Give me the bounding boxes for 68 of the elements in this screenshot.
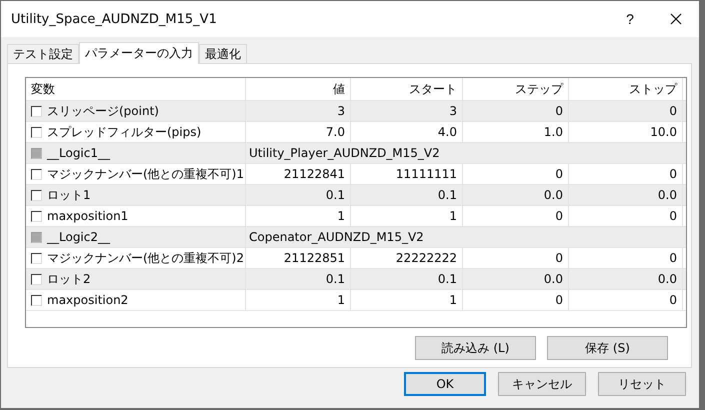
table-cell: 21122851 [246,248,351,268]
table-cell: 0.0 [569,185,683,205]
table-cell: 11111111 [351,164,463,184]
table-cell: 0.0 [463,185,569,205]
group-name: __Logic1__ [47,146,110,160]
checkbox[interactable] [31,168,42,180]
checkbox[interactable] [31,106,42,116]
checkbox[interactable] [31,252,42,264]
table-cell: 7.0 [246,122,351,142]
tab[interactable]: テスト設定 [7,44,79,63]
help-button[interactable]: ? [607,1,653,37]
table-cell: 0.0 [463,269,569,289]
parameter-name: ロット1 [47,186,91,204]
parameter-name: ロット2 [47,270,91,288]
dialog-button[interactable]: キャンセル [498,372,586,396]
checkbox[interactable] [31,190,42,200]
group-name: __Logic2__ [47,230,110,244]
parameter-name: マジックナンバー(他との重複不可)1 [47,166,244,182]
table-cell: 4.0 [351,122,463,142]
checkbox[interactable] [31,294,42,306]
window-title: Utility_Space_AUDNZD_M15_V1 [11,12,218,26]
tab[interactable]: パラメーターの入力 [79,42,199,64]
table-cell: 3 [246,101,351,121]
parameter-name: マジックナンバー(他との重複不可)2 [47,250,244,266]
column-header[interactable]: スタート [351,78,463,100]
table-cell: 0 [569,164,683,184]
parameter-name: maxposition2 [47,293,128,307]
table-cell: 1.0 [463,122,569,142]
table-cell: 21122841 [246,164,351,184]
table-cell: 1 [246,290,351,310]
table-cell: 1 [351,206,463,226]
column-header[interactable]: 値 [246,78,351,100]
group-value: Utility_Player_AUDNZD_M15_V2 [248,145,441,162]
load-button[interactable]: 読み込み (L) [415,336,536,360]
table-cell: 3 [351,101,463,121]
checkbox[interactable] [31,210,42,222]
column-header[interactable]: ストップ [569,78,683,100]
table-cell: 0.1 [246,185,351,205]
table-cell: 0 [569,290,683,310]
table-cell: 0 [463,164,569,184]
table-cell: 1 [351,290,463,310]
column-header[interactable]: ステップ [463,78,569,100]
tab[interactable]: 最適化 [199,44,247,63]
table-cell: 0.1 [246,269,351,289]
parameter-name: maxposition1 [47,209,128,223]
table-cell: 0 [569,206,683,226]
table-cell: 0 [463,248,569,268]
table-cell: 0 [463,206,569,226]
table-cell: 0 [463,101,569,121]
save-button[interactable]: 保存 (S) [547,336,668,360]
dialog-button[interactable]: リセット [598,372,686,396]
table-cell: 1 [246,206,351,226]
table-cell: 0 [569,101,683,121]
table-cell: 22222222 [351,248,463,268]
table-cell: 0.1 [351,269,463,289]
group-value: Copenator_AUDNZD_M15_V2 [248,229,425,246]
parameter-name: スリッページ(point) [47,102,159,120]
dialog-button[interactable]: OK [404,372,486,396]
column-header[interactable]: 変数 [26,78,246,100]
table-cell: 0 [463,290,569,310]
checkbox[interactable] [31,126,42,138]
table-cell: 0 [569,248,683,268]
table-cell: 10.0 [569,122,683,142]
parameter-name: スプレッドフィルター(pips) [47,124,202,140]
close-icon [670,13,682,25]
checkbox[interactable] [31,274,42,284]
table-cell: 0.0 [569,269,683,289]
table-cell: 0.1 [351,185,463,205]
